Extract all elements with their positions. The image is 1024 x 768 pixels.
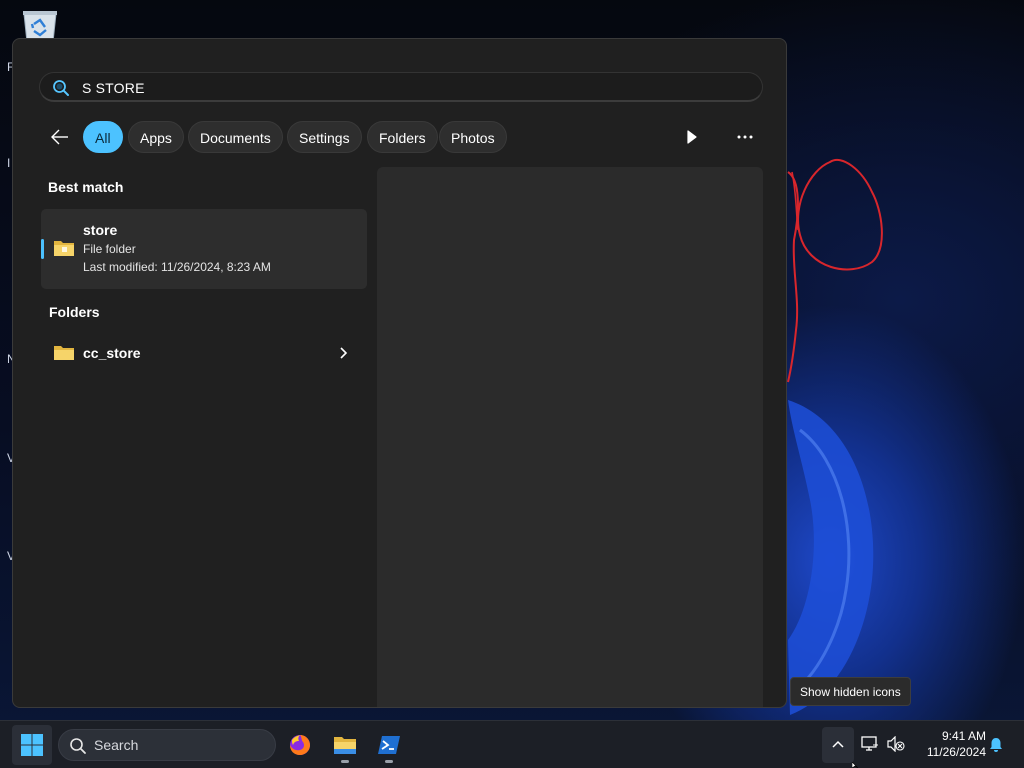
play-icon[interactable] [679, 125, 703, 149]
chevron-up-icon [832, 740, 844, 748]
filter-settings[interactable]: Settings [287, 121, 362, 153]
filter-documents[interactable]: Documents [188, 121, 283, 153]
folders-heading: Folders [49, 304, 100, 320]
windows-logo-icon [21, 734, 43, 756]
search-input[interactable] [80, 75, 724, 101]
firefox-icon [290, 735, 310, 755]
taskbar-app-powershell[interactable] [369, 725, 409, 765]
taskbar-search-label: Search [94, 737, 139, 753]
running-indicator [341, 760, 349, 763]
volume-muted-icon[interactable] [887, 736, 905, 752]
taskbar: Search 9:41 AM 11/26/2024 [0, 720, 1024, 768]
chevron-right-icon[interactable] [337, 346, 349, 360]
powershell-icon [378, 736, 400, 754]
filter-all[interactable]: All [83, 121, 123, 153]
tooltip: Show hidden icons [790, 677, 911, 706]
result-type: File folder [83, 242, 136, 256]
search-icon [53, 80, 69, 96]
folder-icon [54, 346, 74, 360]
notification-bell-icon[interactable] [988, 737, 1004, 753]
search-box[interactable] [39, 72, 763, 102]
search-icon [70, 738, 86, 754]
start-search-panel: All Apps Documents Settings Folders Phot… [12, 38, 787, 708]
filter-bar: All Apps Documents Settings Folders Phot… [43, 121, 763, 153]
clock-date: 11/26/2024 [926, 745, 986, 759]
clock-time: 9:41 AM [941, 729, 986, 743]
selection-indicator [41, 239, 44, 259]
taskbar-search[interactable]: Search [58, 729, 276, 761]
best-match-heading: Best match [48, 179, 124, 195]
taskbar-app-file-explorer[interactable] [325, 725, 365, 765]
network-icon[interactable] [861, 736, 879, 752]
taskbar-app-firefox[interactable] [280, 725, 320, 765]
back-arrow-icon[interactable] [49, 126, 71, 148]
filter-folders[interactable]: Folders [367, 121, 438, 153]
result-name: store [83, 222, 118, 238]
folder-result-name: cc_store [83, 345, 141, 361]
start-button[interactable] [12, 725, 52, 765]
desktop-icon-label: I [7, 156, 11, 170]
file-explorer-icon [334, 737, 356, 754]
running-indicator [385, 760, 393, 763]
mouse-cursor-icon [852, 762, 859, 768]
more-options-icon[interactable] [733, 125, 757, 149]
best-match-result[interactable]: store File folder Last modified: 11/26/2… [41, 209, 367, 289]
show-hidden-icons-button[interactable] [822, 727, 854, 763]
preview-pane [377, 167, 763, 707]
folder-result-row[interactable]: cc_store [41, 338, 367, 368]
red-scribble-drawing [787, 159, 883, 383]
folder-icon [54, 241, 74, 256]
system-clock[interactable]: 9:41 AM 11/26/2024 [912, 728, 986, 760]
filter-apps[interactable]: Apps [128, 121, 184, 153]
filter-photos[interactable]: Photos [439, 121, 507, 153]
result-modified-date: Last modified: 11/26/2024, 8:23 AM [83, 260, 271, 274]
recycle-bin-icon[interactable] [20, 8, 60, 43]
